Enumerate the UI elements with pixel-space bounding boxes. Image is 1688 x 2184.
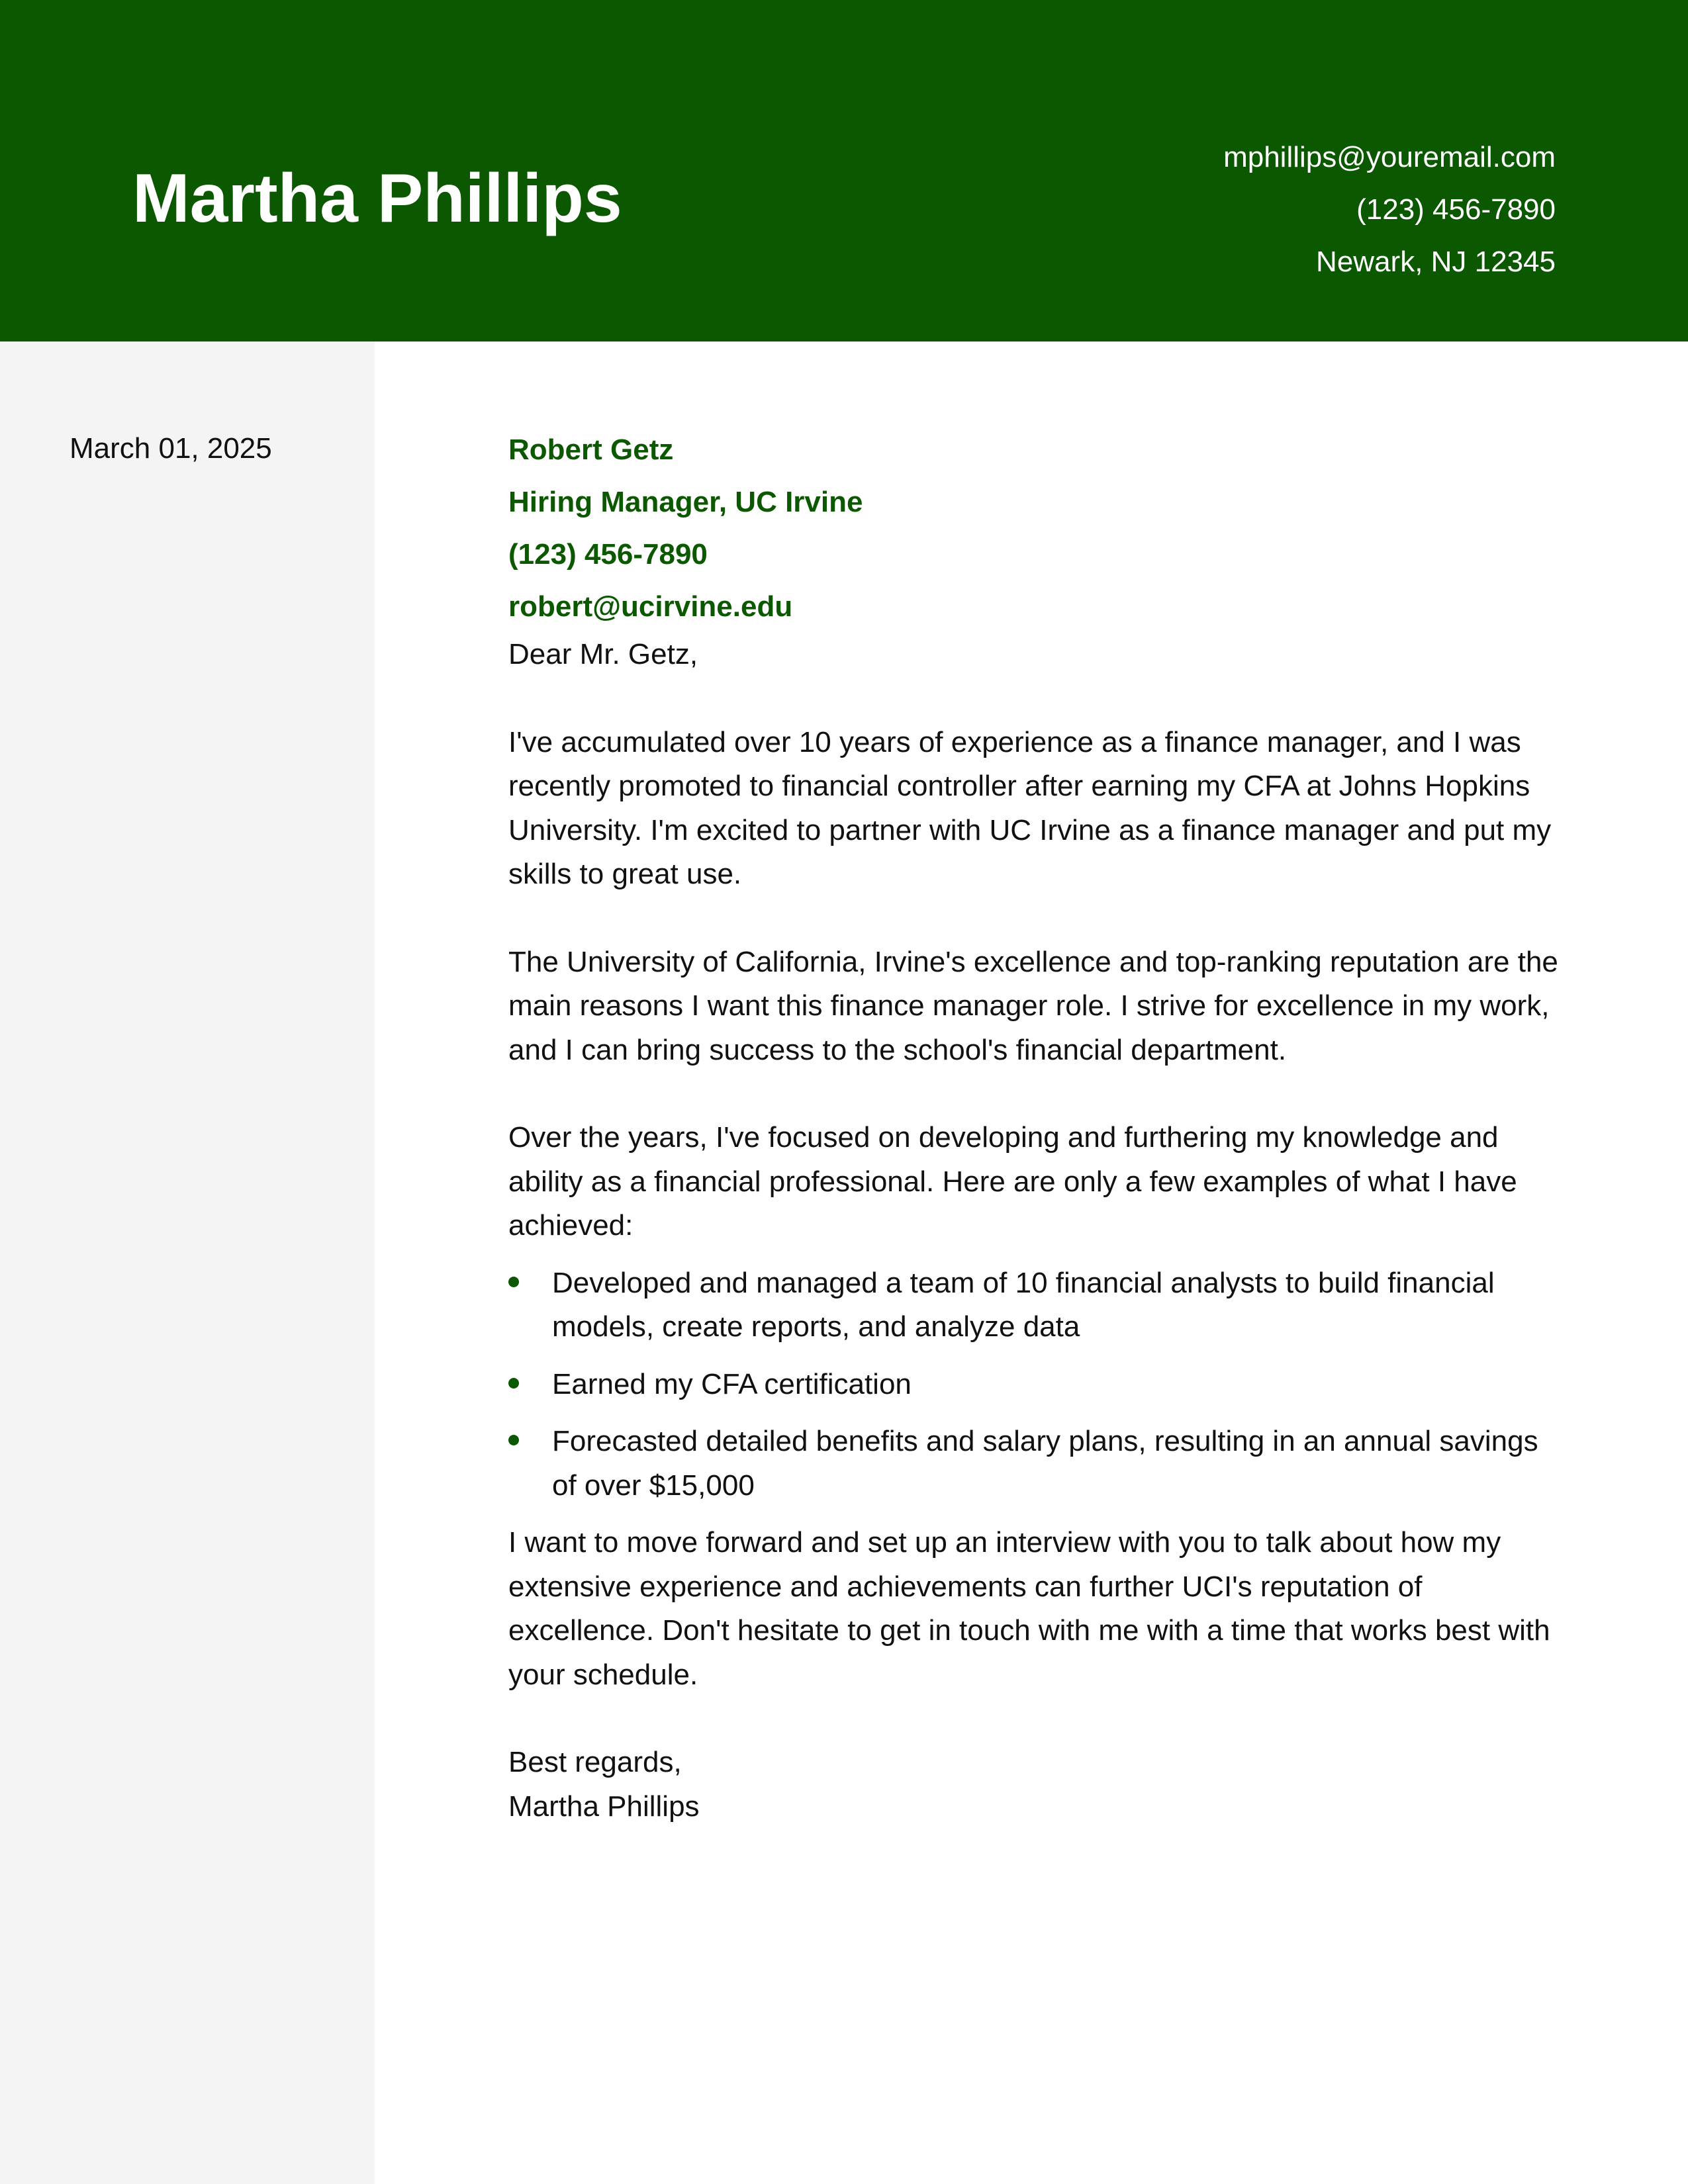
- achievement-text: Developed and managed a team of 10 finan…: [552, 1266, 1495, 1343]
- bullet-icon: [508, 1377, 519, 1388]
- paragraph-achievements-intro: Over the years, I've focused on developi…: [508, 1121, 1517, 1242]
- list-item: Developed and managed a team of 10 finan…: [508, 1261, 1561, 1349]
- paragraph-intro: I've accumulated over 10 years of experi…: [508, 725, 1552, 891]
- recipient-email[interactable]: robert@ucirvine.edu: [508, 580, 1561, 633]
- applicant-location: Newark, NJ 12345: [1316, 246, 1556, 278]
- list-item: Forecasted detailed benefits and salary …: [508, 1420, 1561, 1508]
- recipient-title: Hiring Manager, UC Irvine: [508, 486, 863, 518]
- achievement-text: Forecasted detailed benefits and salary …: [552, 1425, 1538, 1502]
- paragraph-motivation: The University of California, Irvine's e…: [508, 945, 1558, 1066]
- achievement-text: Earned my CFA certification: [552, 1367, 912, 1400]
- recipient-block: Robert Getz Hiring Manager, UC Irvine (1…: [508, 424, 1561, 633]
- applicant-contact: mphillips@youremail.com (123) 456-7890 N…: [1223, 131, 1556, 288]
- salutation: Dear Mr. Getz,: [508, 638, 698, 670]
- achievements-list: Developed and managed a team of 10 finan…: [508, 1261, 1561, 1508]
- paragraph-closing: I want to move forward and set up an int…: [508, 1526, 1550, 1691]
- header-banner: Martha Phillips mphillips@youremail.com …: [0, 0, 1688, 341]
- letter-date: March 01, 2025: [70, 432, 272, 465]
- applicant-phone: (123) 456-7890: [1356, 193, 1556, 226]
- list-item: Earned my CFA certification: [508, 1363, 1561, 1407]
- applicant-email[interactable]: mphillips@youremail.com: [1223, 131, 1556, 183]
- bullet-icon: [508, 1276, 519, 1287]
- sidebar: [0, 341, 375, 2184]
- letter-body: Robert Getz Hiring Manager, UC Irvine (1…: [508, 429, 1561, 1829]
- signoff: Best regards,: [508, 1746, 682, 1778]
- applicant-name: Martha Phillips: [132, 160, 622, 237]
- recipient-name: Robert Getz: [508, 433, 674, 466]
- recipient-phone: (123) 456-7890: [508, 538, 708, 570]
- bullet-icon: [508, 1435, 519, 1445]
- signature: Martha Phillips: [508, 1790, 700, 1823]
